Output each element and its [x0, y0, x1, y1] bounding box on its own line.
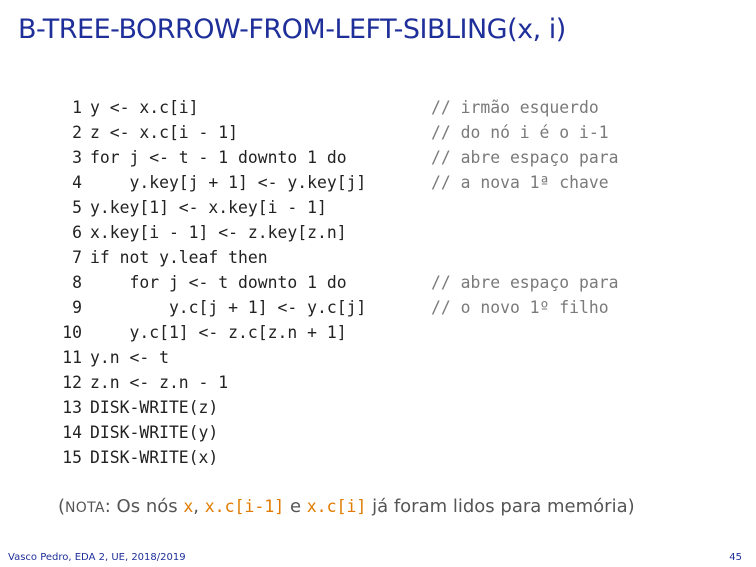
code-line: 4 y.key[j + 1] <- y.key[j] // a nova 1ª c…	[50, 170, 609, 195]
line-number: 1	[72, 98, 82, 117]
code-line: 3 for j <- t - 1 downto 1 do // abre espaç…	[50, 145, 618, 170]
footer-author: Vasco Pedro, EDA 2, UE, 2018/2019	[8, 552, 186, 563]
note-var-x: x	[183, 497, 194, 516]
code-text: z <- x.c[i - 1]	[90, 123, 239, 142]
code-text: y.c[j + 1] <- y.c[j]	[90, 298, 367, 317]
line-number: 5	[72, 198, 82, 217]
code-comment: // do nó i é o i-1	[431, 123, 609, 142]
code-text: DISK-WRITE(x)	[90, 448, 219, 467]
code-line: 8 for j <- t downto 1 do // abre espaço p…	[50, 270, 618, 295]
code-text: z.n <- z.n - 1	[90, 373, 229, 392]
code-line: 11 y.n <- t	[50, 345, 366, 370]
note-sep1: ,	[193, 496, 205, 517]
note-tail: já foram lidos para memória)	[366, 496, 635, 517]
note-text: : Os nós	[104, 496, 184, 517]
line-number: 7	[72, 248, 82, 267]
note: (NOTA: Os nós x, x.c[i-1] e x.c[i] já fo…	[58, 496, 635, 517]
code-line: 13 DISK-WRITE(z)	[50, 395, 366, 420]
code-line: 1 y <- x.c[i] // irmão esquerdo	[50, 95, 599, 120]
code-text: x.key[i - 1] <- z.key[z.n]	[90, 223, 347, 242]
code-line: 12 z.n <- z.n - 1	[50, 370, 366, 395]
pseudocode-block: 1 y <- x.c[i] // irmão esquerdo 2 z <- x.c[i…	[50, 95, 618, 470]
code-text: for j <- t downto 1 do	[90, 273, 347, 292]
code-text: y <- x.c[i]	[90, 98, 199, 117]
line-number: 12	[62, 373, 82, 392]
note-open: (	[58, 496, 66, 517]
code-text: DISK-WRITE(y)	[90, 423, 219, 442]
slide-title: B-TREE-BORROW-FROM-LEFT-SIBLING(x, i)	[18, 14, 566, 45]
page-number: 45	[729, 552, 742, 563]
code-line: 14 DISK-WRITE(y)	[50, 420, 366, 445]
code-text: y.n <- t	[90, 348, 169, 367]
code-comment: // abre espaço para	[431, 273, 619, 292]
code-line: 5 y.key[1] <- x.key[i - 1]	[50, 195, 366, 220]
note-var-xc-i-1: x.c[i-1]	[204, 497, 285, 516]
code-line: 15 DISK-WRITE(x)	[50, 445, 366, 470]
code-comment: // o novo 1º filho	[431, 298, 609, 317]
line-number: 2	[72, 123, 82, 142]
code-comment: // irmão esquerdo	[431, 98, 599, 117]
code-comment: // abre espaço para	[431, 148, 619, 167]
code-line: 7 if not y.leaf then	[50, 245, 366, 270]
line-number: 9	[72, 298, 82, 317]
line-number: 3	[72, 148, 82, 167]
line-number: 13	[62, 398, 82, 417]
line-number: 15	[62, 448, 82, 467]
code-text: DISK-WRITE(z)	[90, 398, 219, 417]
code-line: 2 z <- x.c[i - 1] // do nó i é o i-1	[50, 120, 609, 145]
line-number: 11	[62, 348, 82, 367]
line-number: 14	[62, 423, 82, 442]
code-line: 6 x.key[i - 1] <- z.key[z.n]	[50, 220, 366, 245]
line-number: 8	[72, 273, 82, 292]
line-number: 6	[72, 223, 82, 242]
code-text: y.key[j + 1] <- y.key[j]	[90, 173, 367, 192]
code-text: if not y.leaf then	[90, 248, 268, 267]
code-comment: // a nova 1ª chave	[431, 173, 609, 192]
note-var-xc-i: x.c[i]	[306, 497, 367, 516]
note-label: NOTA	[65, 500, 105, 516]
line-number: 4	[72, 173, 82, 192]
code-text: y.key[1] <- x.key[i - 1]	[90, 198, 327, 217]
code-line: 9 y.c[j + 1] <- y.c[j] // o novo 1º filho	[50, 295, 609, 320]
line-number: 10	[62, 323, 82, 342]
code-line: 10 y.c[1] <- z.c[z.n + 1]	[50, 320, 366, 345]
code-text: y.c[1] <- z.c[z.n + 1]	[90, 323, 347, 342]
note-sep2: e	[284, 496, 307, 517]
code-text: for j <- t - 1 downto 1 do	[90, 148, 347, 167]
